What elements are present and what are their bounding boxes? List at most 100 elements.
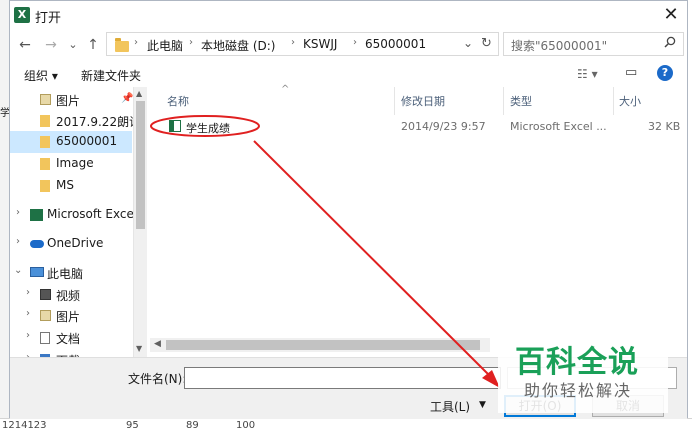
sheet-cell: 1214123 (2, 420, 47, 431)
file-size: 32 KB (648, 120, 681, 133)
chevron-down-icon[interactable]: ⌄ (14, 265, 22, 276)
spreadsheet-bottom-row: 1214123 95 89 100 (0, 418, 692, 432)
scroll-up-icon[interactable]: ▲ (136, 89, 142, 98)
computer-icon (30, 267, 44, 277)
scrollbar-thumb[interactable] (166, 340, 480, 350)
nav-item-image[interactable]: Image (10, 153, 132, 175)
pictures-icon (40, 94, 51, 105)
nav-item-label: Image (56, 156, 94, 170)
help-icon[interactable]: ? (657, 65, 673, 81)
command-bar: 组织 ▾ 新建文件夹 ☷ ▾ ▭ ? (10, 61, 687, 87)
nav-item-pictures-quick[interactable]: 图片 📌 (10, 89, 134, 111)
column-divider[interactable] (503, 87, 504, 115)
watermark-title: 百科全说 (515, 345, 639, 380)
documents-icon (40, 332, 50, 344)
nav-item-label: 图片 (56, 310, 81, 324)
recent-locations-button[interactable]: ⌄ (64, 34, 82, 56)
nav-item-documents[interactable]: › 文档 (10, 327, 132, 349)
tools-dropdown-icon[interactable]: ▼ (479, 400, 486, 410)
excel-file-icon (169, 120, 181, 132)
file-list-hscrollbar[interactable]: ◀ (150, 338, 490, 352)
dialog-title: 打开 (35, 11, 62, 26)
chevron-right-icon[interactable]: › (16, 236, 20, 247)
nav-item-onedrive[interactable]: › OneDrive (10, 233, 132, 255)
address-bar[interactable]: › 此电脑 › 本地磁盘 (D:) › KSWJJ › 65000001 ⌄ ↻ (106, 32, 499, 56)
chevron-right-icon: › (291, 37, 295, 48)
nav-item-label: 此电脑 (47, 267, 84, 281)
nav-item-ms[interactable]: MS (10, 175, 132, 197)
column-header-name[interactable]: 名称 (167, 93, 189, 109)
chevron-right-icon[interactable]: › (26, 330, 30, 341)
organize-menu[interactable]: 组织 ▾ (24, 67, 58, 84)
up-button[interactable]: ↑ (84, 34, 102, 56)
nav-pane-scrollbar[interactable]: ▲ ▼ (133, 87, 147, 357)
navigation-pane: 图片 📌 2017.9.22朗诵活 65000001 Image MS › Mi… (10, 87, 147, 357)
search-box[interactable]: 搜索"65000001" (503, 32, 684, 56)
breadcrumb-this-pc[interactable]: 此电脑 (147, 37, 183, 54)
column-divider[interactable] (394, 87, 395, 115)
filename-label: 文件名(N): (128, 372, 187, 386)
nav-item-label: OneDrive (47, 236, 104, 250)
excel-app-icon: X (14, 7, 30, 23)
pictures-icon (40, 310, 51, 321)
videos-icon (40, 289, 51, 300)
column-header-modified[interactable]: 修改日期 (401, 93, 445, 109)
nav-item-downloads[interactable]: › 下载 (10, 349, 132, 357)
nav-item-microsoft-excel[interactable]: › Microsoft Excel (10, 204, 147, 226)
chevron-right-icon: › (189, 37, 193, 48)
file-modified: 2014/9/23 9:57 (401, 120, 486, 133)
sheet-cell: 95 (126, 420, 139, 431)
title-bar: X 打开 ✕ (10, 1, 687, 29)
pin-icon: 📌 (121, 93, 134, 104)
nav-item-label: MS (56, 178, 74, 192)
search-input[interactable]: 搜索"65000001" (511, 37, 607, 54)
file-row[interactable]: 学生成绩 2014/9/23 9:57 Microsoft Excel ... … (150, 115, 687, 137)
nav-item-label: 65000001 (56, 134, 118, 148)
refresh-icon[interactable]: ↻ (481, 36, 492, 51)
file-list: 名称 ^ 修改日期 类型 大小 学生成绩 2014/9/23 9:57 Micr… (150, 84, 687, 357)
close-button[interactable]: ✕ (660, 4, 682, 26)
forward-button[interactable]: → (42, 34, 60, 56)
nav-item-65000001[interactable]: 65000001 (10, 131, 132, 153)
scroll-down-icon[interactable]: ▼ (136, 344, 142, 353)
sheet-cell: 100 (236, 420, 256, 431)
nav-item-label: Microsoft Excel (47, 207, 138, 221)
folder-icon (115, 38, 129, 52)
watermark-logo: 百科全说 助你轻松解决 (498, 335, 668, 413)
new-folder-button[interactable]: 新建文件夹 (81, 67, 141, 84)
scroll-left-icon[interactable]: ◀ (154, 339, 161, 349)
file-type: Microsoft Excel ... (510, 120, 607, 133)
scrollbar-thumb[interactable] (136, 101, 145, 229)
tools-menu[interactable]: 工具(L) (430, 398, 470, 415)
search-icon (664, 36, 676, 52)
chevron-right-icon[interactable]: › (26, 287, 30, 298)
folder-icon (40, 158, 50, 170)
nav-item-2017-recital[interactable]: 2017.9.22朗诵活 (10, 110, 147, 132)
nav-item-label: 视频 (56, 289, 81, 303)
breadcrumb-local-disk[interactable]: 本地磁盘 (D:) (201, 37, 275, 54)
onedrive-icon (30, 240, 44, 248)
excel-icon (30, 209, 43, 221)
nav-item-this-pc[interactable]: ⌄ 此电脑 (10, 262, 132, 284)
breadcrumb-65000001[interactable]: 65000001 (365, 37, 426, 51)
preview-pane-icon[interactable]: ▭ (625, 65, 637, 80)
column-header-type[interactable]: 类型 (510, 93, 532, 109)
address-dropdown-icon[interactable]: ⌄ (463, 36, 473, 50)
column-header-size[interactable]: 大小 (619, 93, 641, 109)
sheet-cell: 89 (186, 420, 199, 431)
back-button[interactable]: ← (16, 34, 34, 56)
chevron-right-icon[interactable]: › (16, 207, 20, 218)
filename-input[interactable] (184, 367, 501, 389)
breadcrumb-kswjj[interactable]: KSWJJ (303, 37, 337, 51)
folder-icon (40, 180, 50, 192)
folder-icon (40, 136, 50, 148)
nav-item-pictures[interactable]: › 图片 (10, 305, 132, 327)
view-options-icon[interactable]: ☷ ▾ (577, 67, 598, 81)
file-name: 学生成绩 (186, 122, 230, 135)
nav-item-videos[interactable]: › 视频 (10, 284, 132, 306)
chevron-right-icon: › (134, 37, 138, 48)
sort-ascending-icon: ^ (281, 84, 290, 95)
column-divider[interactable] (613, 87, 614, 115)
folder-icon (40, 115, 50, 127)
chevron-right-icon[interactable]: › (26, 308, 30, 319)
